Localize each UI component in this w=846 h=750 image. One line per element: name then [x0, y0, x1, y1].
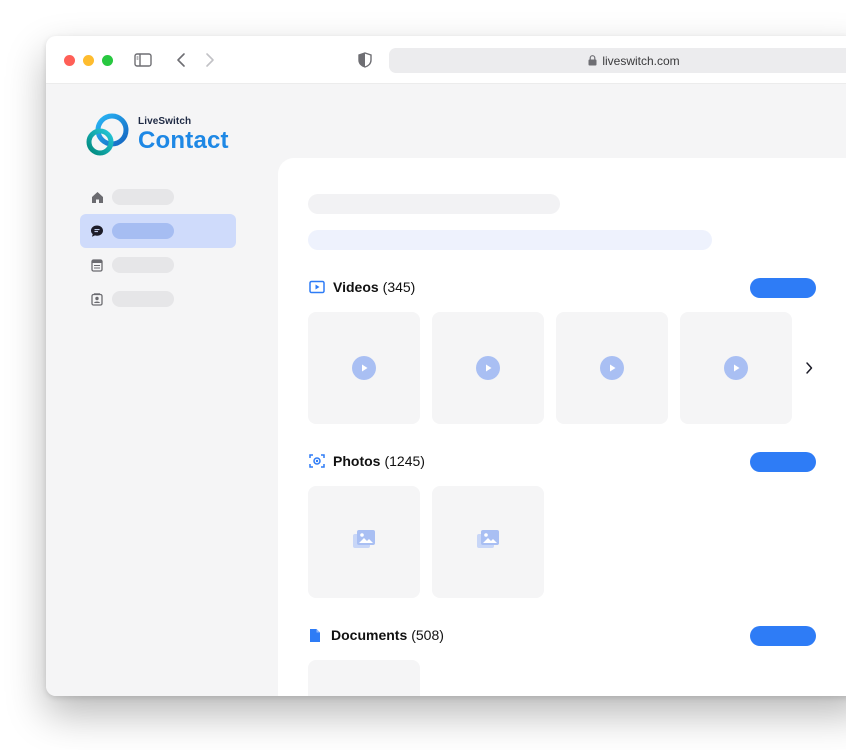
- video-thumbnail[interactable]: [308, 312, 420, 424]
- minimize-window-button[interactable]: [83, 55, 94, 66]
- home-icon: [90, 190, 104, 204]
- sidebar-item-notes[interactable]: [80, 248, 236, 282]
- photos-count: (1245): [384, 453, 425, 469]
- videos-section-header: Videos (345): [308, 278, 415, 296]
- sidebar-nav: [80, 180, 238, 316]
- sidebar-item-placeholder: [112, 189, 174, 205]
- chat-icon: [90, 224, 104, 238]
- sidebar-item-messages[interactable]: [80, 214, 236, 248]
- photo-thumbnail[interactable]: [308, 486, 420, 598]
- image-icon: [352, 529, 376, 556]
- sidebar-item-contacts[interactable]: [80, 282, 236, 316]
- play-icon: [352, 356, 376, 380]
- forward-icon[interactable]: [199, 49, 221, 71]
- browser-toolbar: liveswitch.com: [46, 36, 846, 84]
- video-thumbnail[interactable]: [432, 312, 544, 424]
- logo-product-text: Contact: [138, 127, 229, 154]
- documents-count: (508): [411, 627, 444, 643]
- documents-title: Documents: [331, 627, 408, 643]
- photos-title: Photos: [333, 453, 381, 469]
- sidebar-item-placeholder: [112, 223, 174, 239]
- play-icon: [600, 356, 624, 380]
- camera-icon: [308, 452, 326, 470]
- videos-count: (345): [382, 279, 416, 295]
- document-thumbnail[interactable]: [308, 660, 420, 696]
- photos-view-all-button[interactable]: [750, 452, 816, 472]
- file-icon: [308, 626, 322, 644]
- photos-section-header: Photos (1245): [308, 452, 425, 470]
- liveswitch-logo[interactable]: LiveSwitch Contact: [84, 112, 229, 158]
- document-icon: [90, 258, 104, 272]
- sidebar-item-placeholder: [112, 257, 174, 273]
- videos-title: Videos: [333, 279, 379, 295]
- shield-icon[interactable]: [354, 49, 376, 71]
- browser-window: liveswitch.com LiveSwitch Contact Videos…: [46, 36, 846, 696]
- chevron-right-icon[interactable]: [802, 358, 816, 378]
- main-panel: Videos (345) Photos (1245) Documents (50…: [278, 158, 846, 696]
- back-icon[interactable]: [170, 49, 192, 71]
- page-content: LiveSwitch Contact Videos (345) Photos (…: [46, 84, 846, 696]
- sidebar-toggle-icon[interactable]: [132, 49, 154, 71]
- maximize-window-button[interactable]: [102, 55, 113, 66]
- play-icon: [724, 356, 748, 380]
- image-icon: [476, 529, 500, 556]
- documents-view-all-button[interactable]: [750, 626, 816, 646]
- video-icon: [308, 278, 326, 296]
- url-text: liveswitch.com: [602, 53, 680, 68]
- lock-icon: [588, 55, 597, 66]
- subtitle-placeholder: [308, 230, 712, 250]
- documents-section-header: Documents (508): [308, 626, 444, 644]
- photo-thumbnail[interactable]: [432, 486, 544, 598]
- address-bar[interactable]: liveswitch.com: [389, 48, 846, 73]
- videos-view-all-button[interactable]: [750, 278, 816, 298]
- logo-rings-icon: [86, 113, 129, 156]
- close-window-button[interactable]: [64, 55, 75, 66]
- title-placeholder: [308, 194, 560, 214]
- contact-card-icon: [90, 292, 104, 306]
- video-thumbnail[interactable]: [556, 312, 668, 424]
- logo-brand-text: LiveSwitch: [138, 116, 192, 127]
- play-icon: [476, 356, 500, 380]
- sidebar-item-home[interactable]: [80, 180, 236, 214]
- sidebar-item-placeholder: [112, 291, 174, 307]
- video-thumbnail[interactable]: [680, 312, 792, 424]
